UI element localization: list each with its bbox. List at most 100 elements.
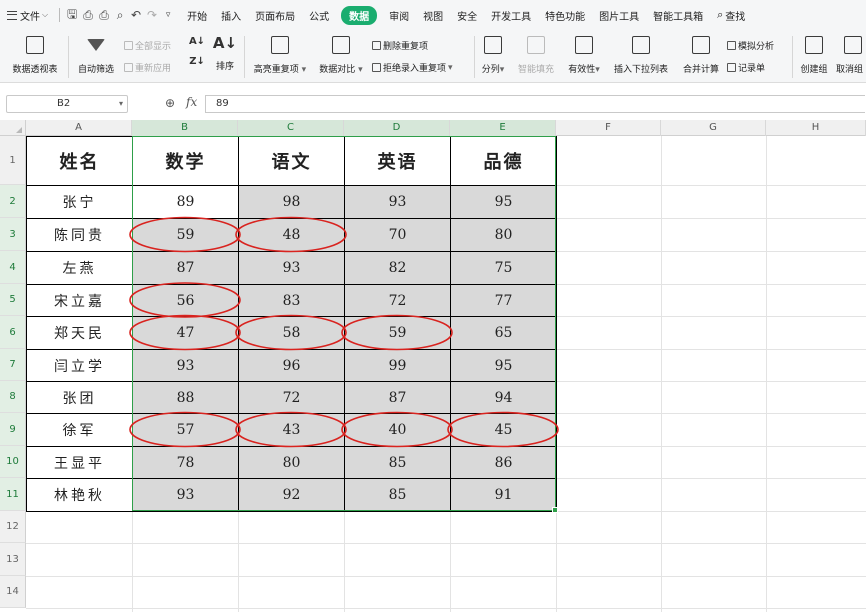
consolidate-label: 合并计算 [682, 65, 719, 75]
row-header[interactable]: 4 [0, 251, 26, 284]
row-header[interactable]: 14 [0, 576, 26, 608]
reapply-button[interactable]: 重新应用 [124, 61, 171, 74]
highlight-dup-button[interactable]: 高亮重复项 ▾ [250, 30, 310, 83]
cell-border [132, 413, 239, 447]
validity-button[interactable]: 有效性▾ [564, 30, 604, 83]
menu-tab[interactable]: 页面布局 [248, 0, 302, 30]
file-menu[interactable]: 文件 ⌵ [0, 0, 55, 30]
row-header[interactable]: 1 [0, 136, 26, 185]
sort-button[interactable]: A↓ 排序 [212, 30, 238, 83]
smart-fill-label: 智能填充 [517, 65, 554, 75]
menu-tab[interactable]: 特色功能 [538, 0, 592, 30]
column-header-c[interactable]: C [238, 120, 344, 136]
undo-icon[interactable]: ↶ [128, 0, 144, 30]
filter-small-icon [124, 41, 133, 50]
menu-bar: 文件 ⌵ 🖫 ⎙ ⎙ ⌕ ↶ ↷ ▿ 开始 插入 页面布局 公式 数据 审阅 视图 安全 开发工… [0, 0, 866, 30]
column-header-h[interactable]: H [766, 120, 866, 136]
hamburger-icon [7, 10, 17, 20]
cell-border [450, 413, 557, 447]
auto-filter-button[interactable]: 自动筛选 [72, 30, 120, 83]
cell-border [26, 446, 133, 479]
row-header[interactable]: 9 [0, 413, 26, 446]
search-button[interactable]: ⌕ 查找 [710, 0, 752, 30]
reject-dup-button[interactable]: 拒绝录入重复项 ▾ [372, 61, 453, 74]
select-all-corner[interactable] [0, 120, 26, 136]
split-column-button[interactable]: 分列▾ [478, 30, 508, 83]
ungroup-label: 取消组 [836, 65, 864, 75]
cell-border [132, 136, 239, 186]
menu-tab[interactable]: 开始 [180, 0, 214, 30]
insert-dropdown-button[interactable]: 插入下拉列表 [610, 30, 672, 83]
row-header[interactable]: 8 [0, 381, 26, 413]
consolidate-button[interactable]: 合并计算 [678, 30, 724, 83]
cell-border [132, 381, 239, 414]
pivot-table-button[interactable]: 数据透视表 [6, 30, 64, 83]
row-header[interactable]: 11 [0, 478, 26, 511]
cell-border [344, 284, 451, 317]
cell-border [238, 218, 345, 252]
highlight-dup-label: 高亮重复项 ▾ [253, 65, 307, 75]
cell-border [26, 136, 133, 186]
quick-print-icon[interactable]: ⎙ [80, 0, 96, 30]
redo-icon[interactable]: ↷ [144, 0, 160, 30]
menu-tab[interactable]: 视图 [416, 0, 450, 30]
column-header-d[interactable]: D [344, 120, 450, 136]
ungroup-icon [844, 36, 862, 54]
row-header[interactable]: 7 [0, 349, 26, 381]
ribbon-data: 数据透视表 自动筛选 全部显示 重新应用 A↓ Z↓ A↓ 排序 高亮重复项 ▾… [0, 30, 866, 83]
cell-border [238, 413, 345, 447]
create-group-icon [805, 36, 823, 54]
menu-tab[interactable]: 数据 [341, 0, 378, 30]
row-header[interactable]: 2 [0, 185, 26, 218]
remove-dup-button[interactable]: 删除重复项 [372, 39, 428, 52]
column-header-a[interactable]: A [26, 120, 132, 136]
search-label: 查找 [725, 11, 746, 23]
what-if-icon [727, 41, 736, 50]
compare-button[interactable]: 数据对比 ▾ [314, 30, 368, 83]
menu-tab-label: 页面布局 [255, 11, 296, 23]
name-box-dropdown-icon[interactable]: ▾ [119, 96, 123, 112]
name-box[interactable]: B2 ▾ [6, 95, 128, 113]
menu-tab[interactable]: 公式 [302, 0, 336, 30]
show-all-label: 全部显示 [135, 42, 172, 52]
print-icon[interactable]: ⎙ [96, 0, 112, 30]
auto-filter-label: 自动筛选 [77, 65, 114, 75]
consolidate-icon [692, 36, 710, 54]
formula-input[interactable]: 89 [205, 95, 865, 113]
menu-tab[interactable]: 智能工具箱 [646, 0, 710, 30]
menu-tab-label: 审阅 [389, 11, 410, 23]
column-header-e[interactable]: E [450, 120, 556, 136]
row-header[interactable]: 5 [0, 284, 26, 316]
row-header[interactable]: 13 [0, 543, 26, 576]
sort-label: 排序 [215, 62, 234, 72]
create-group-button[interactable]: 创建组 [796, 30, 832, 83]
menu-tab[interactable]: 插入 [214, 0, 248, 30]
column-header-g[interactable]: G [661, 120, 766, 136]
row-header[interactable]: 3 [0, 218, 26, 251]
what-if-button[interactable]: 模拟分析 [727, 39, 774, 52]
column-header-b[interactable]: B [132, 120, 238, 136]
row-header[interactable]: 12 [0, 511, 26, 543]
menu-tab[interactable]: 安全 [450, 0, 484, 30]
zoom-icon[interactable]: ⊕ [165, 96, 175, 110]
show-all-button[interactable]: 全部显示 [124, 39, 171, 52]
ungroup-button[interactable]: 取消组 [836, 30, 866, 83]
grid-line [766, 136, 767, 612]
record-sheet-button[interactable]: 记录单 [727, 61, 765, 74]
menu-tab[interactable]: 审阅 [382, 0, 416, 30]
pivot-table-label: 数据透视表 [12, 65, 58, 75]
row-header[interactable]: 6 [0, 316, 26, 349]
customize-icon[interactable]: ▿ [160, 0, 176, 30]
print-preview-icon[interactable]: ⌕ [112, 0, 128, 30]
highlight-dup-icon [271, 36, 289, 54]
column-header-f[interactable]: F [556, 120, 661, 136]
sort-desc-button[interactable]: Z↓ [189, 50, 205, 70]
save-icon[interactable]: 🖫 [64, 0, 80, 30]
cell-border [450, 284, 557, 317]
menu-tab[interactable]: 图片工具 [592, 0, 646, 30]
menu-tab[interactable]: 开发工具 [484, 0, 538, 30]
fx-label[interactable]: fx [186, 95, 197, 109]
smart-fill-button[interactable]: 智能填充 [514, 30, 558, 83]
row-header[interactable]: 10 [0, 446, 26, 478]
fill-handle[interactable] [552, 507, 558, 513]
